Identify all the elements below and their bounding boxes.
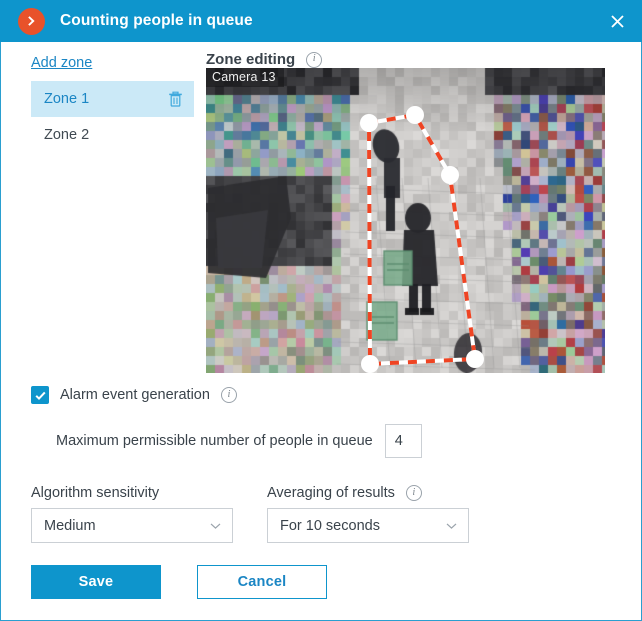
alarm-event-label: Alarm event generation <box>60 387 210 403</box>
cancel-button[interactable]: Cancel <box>197 565 327 599</box>
zone-vertex-handle-4[interactable] <box>466 350 484 368</box>
averaging-results-value: For 10 seconds <box>280 517 380 534</box>
max-people-row: Maximum permissible number of people in … <box>56 424 422 458</box>
info-icon[interactable]: i <box>306 51 323 68</box>
info-icon[interactable]: i <box>405 485 422 501</box>
zone-editing-header: Zone editing i <box>206 51 323 68</box>
title-bar: Counting people in queue <box>0 0 642 42</box>
algorithm-sensitivity-field: Algorithm sensitivity Medium <box>31 485 233 543</box>
algorithm-sensitivity-select[interactable]: Medium <box>31 508 233 543</box>
save-button[interactable]: Save <box>31 565 161 599</box>
zone-vertex-handle-1[interactable] <box>360 114 378 132</box>
averaging-results-label: Averaging of results <box>267 485 395 501</box>
zone-polygon-dashes <box>366 112 478 367</box>
alarm-event-row: Alarm event generation i <box>31 386 237 404</box>
zone-item-label: Zone 1 <box>44 91 90 107</box>
zone-list-item-2[interactable]: Zone 2 <box>31 117 194 153</box>
dialog-window: Counting people in queue Add zone Zone 1 <box>0 0 642 621</box>
alarm-event-checkbox[interactable] <box>31 386 49 404</box>
zone-vertex-handle-5[interactable] <box>361 355 379 373</box>
zone-list-item-1[interactable]: Zone 1 <box>31 81 194 117</box>
zone-item-label: Zone 2 <box>44 127 90 143</box>
zone-vertex-handle-3[interactable] <box>441 166 459 184</box>
trash-icon[interactable] <box>166 90 184 108</box>
chevron-down-icon <box>446 522 457 529</box>
zone-vertex-handle-2[interactable] <box>406 106 424 124</box>
averaging-results-label-row: Averaging of results i <box>267 485 469 501</box>
zone-list: Zone 1 Zone 2 <box>31 81 194 153</box>
zone-editing-title: Zone editing <box>206 51 296 68</box>
max-people-label: Maximum permissible number of people in … <box>56 433 373 449</box>
dialog-body: Add zone Zone 1 Zone 2 Zone editing i Ca… <box>0 42 642 621</box>
max-people-input[interactable] <box>384 424 422 458</box>
algorithm-sensitivity-value: Medium <box>44 517 96 534</box>
add-zone-link[interactable]: Add zone <box>31 55 92 73</box>
zone-panel: Add zone Zone 1 Zone 2 <box>31 54 194 153</box>
zone-polygon-overlay[interactable] <box>206 68 605 373</box>
close-icon[interactable] <box>600 4 634 38</box>
info-icon[interactable]: i <box>220 387 237 403</box>
averaging-results-field: Averaging of results i For 10 seconds <box>267 485 469 543</box>
camera-name-label: Camera 13 <box>206 68 284 87</box>
algorithm-sensitivity-label: Algorithm sensitivity <box>31 485 160 501</box>
camera-preview[interactable]: Camera 13 <box>206 68 605 373</box>
chevron-down-icon <box>210 522 221 529</box>
algorithm-sensitivity-label-row: Algorithm sensitivity <box>31 485 233 501</box>
window-title: Counting people in queue <box>60 12 253 29</box>
chevron-right-badge-icon <box>18 7 45 35</box>
check-icon <box>34 391 46 400</box>
averaging-results-select[interactable]: For 10 seconds <box>267 508 469 543</box>
